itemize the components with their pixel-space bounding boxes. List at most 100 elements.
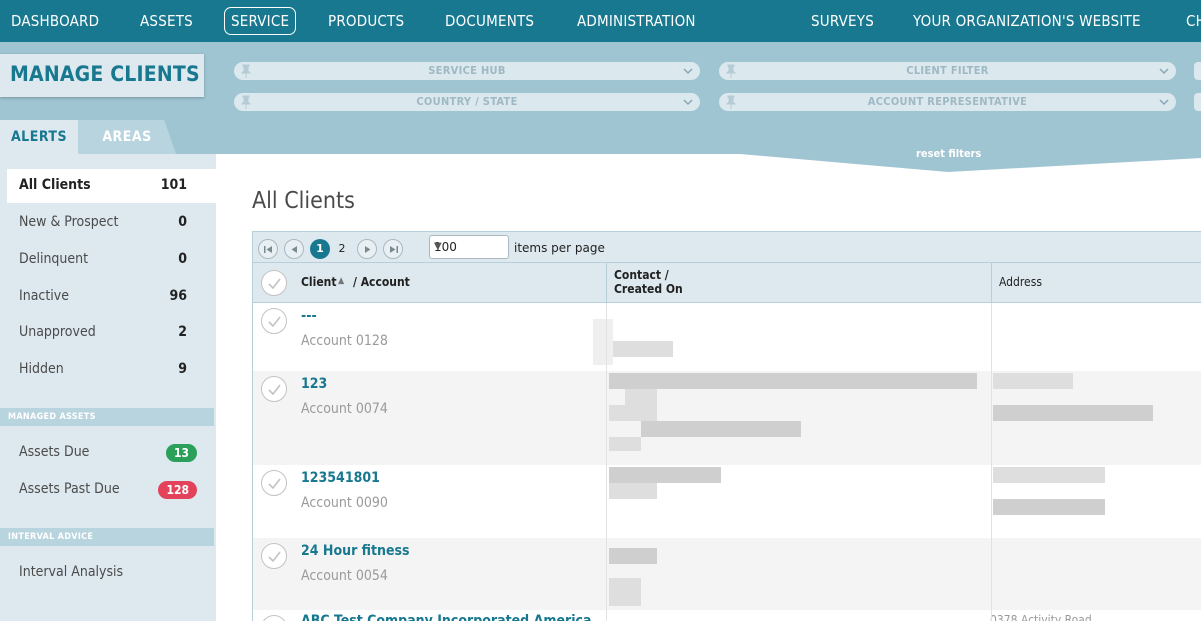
redacted-contact: [593, 319, 613, 365]
page-2-button[interactable]: 2: [332, 239, 352, 259]
country-state-filter[interactable]: COUNTRY / STATE: [234, 93, 700, 111]
previous-page-button[interactable]: [284, 239, 304, 259]
redacted-address: [993, 467, 1105, 483]
client-filter[interactable]: CLIENT FILTER: [719, 62, 1176, 80]
next-page-button[interactable]: [357, 239, 377, 259]
table-row[interactable]: 123541801 Account 0090: [253, 465, 1201, 538]
client-address: 0378 Activity Road: [990, 613, 1092, 621]
select-all-checkbox[interactable]: [261, 270, 287, 296]
client-account: Account 0054: [301, 568, 388, 584]
column-header-created-on[interactable]: Created On: [614, 282, 683, 296]
client-account: Account 0090: [301, 495, 388, 511]
sidebar-item-label: Inactive: [19, 288, 69, 304]
client-name-link[interactable]: 24 Hour fitness: [301, 543, 410, 559]
sidebar-item-unapproved[interactable]: Unapproved 2: [0, 316, 216, 350]
redacted-contact: [641, 421, 801, 437]
sidebar-item-label: Delinquent: [19, 251, 89, 267]
nav-documents[interactable]: DOCUMENTS: [445, 0, 534, 42]
sidebar-item-count: 0: [178, 251, 187, 267]
sidebar-item-all-clients[interactable]: All Clients 101: [7, 169, 216, 203]
client-account: Account 0074: [301, 401, 388, 417]
filter-overflow[interactable]: [1194, 93, 1201, 111]
client-name-link[interactable]: ABC Test Company Incorporated America: [301, 613, 592, 621]
row-checkbox[interactable]: [261, 470, 287, 496]
table-row[interactable]: 24 Hour fitness Account 0054: [253, 538, 1201, 610]
last-page-icon: [390, 246, 398, 253]
assets-due-badge: 13: [165, 444, 197, 462]
items-per-page-select[interactable]: 100 ▼: [429, 235, 509, 259]
column-divider: [991, 303, 992, 621]
grid-header: Client ▲ / Account Contact / Created On …: [253, 263, 1201, 303]
nav-dashboard[interactable]: DASHBOARD: [11, 0, 99, 42]
sidebar-item-label: All Clients: [19, 177, 91, 193]
service-hub-filter[interactable]: SERVICE HUB: [234, 62, 700, 80]
sidebar-item-label: Assets Past Due: [19, 481, 120, 497]
nav-assets[interactable]: ASSETS: [140, 0, 193, 42]
row-checkbox[interactable]: [261, 308, 287, 334]
service-hub-label: SERVICE HUB: [428, 64, 506, 77]
sidebar-item-delinquent[interactable]: Delinquent 0: [0, 243, 216, 277]
sidebar-item-label: New & Prospect: [19, 214, 119, 230]
previous-page-icon: [291, 246, 297, 253]
tab-alerts[interactable]: ALERTS: [0, 120, 78, 154]
items-per-page-label: items per page: [514, 241, 605, 255]
nav-service[interactable]: SERVICE: [224, 7, 297, 35]
sidebar: All Clients 101 New & Prospect 0 Delinqu…: [0, 154, 216, 621]
nav-surveys[interactable]: SURVEYS: [811, 0, 874, 42]
sidebar-item-label: Assets Due: [19, 444, 90, 460]
section-managed-assets: MANAGED ASSETS: [0, 408, 214, 426]
redacted-contact: [609, 467, 721, 483]
clients-grid: 1 2 100 ▼ items per page Client ▲ / Acco…: [252, 231, 1201, 621]
nav-organization-website[interactable]: YOUR ORGANIZATION'S WEBSITE: [913, 0, 1141, 42]
sidebar-item-assets-due[interactable]: Assets Due 13: [0, 436, 216, 470]
account-representative-filter[interactable]: ACCOUNT REPRESENTATIVE: [719, 93, 1176, 111]
reset-filters-link[interactable]: reset filters: [916, 147, 981, 160]
sidebar-item-inactive[interactable]: Inactive 96: [0, 280, 216, 314]
redacted-contact: [609, 373, 977, 389]
table-row[interactable]: --- Account 0128: [253, 303, 1201, 371]
sidebar-item-interval-analysis[interactable]: Interval Analysis: [0, 556, 216, 590]
column-header-contact[interactable]: Contact /: [614, 268, 669, 282]
sidebar-item-hidden[interactable]: Hidden 9: [0, 353, 216, 387]
nav-administration[interactable]: ADMINISTRATION: [577, 0, 696, 42]
redacted-contact: [609, 341, 673, 357]
checkmark-icon: [268, 478, 281, 489]
chevron-down-icon: [683, 68, 693, 75]
page-1-button[interactable]: 1: [310, 239, 330, 259]
table-row[interactable]: 123 Account 0074: [253, 371, 1201, 465]
row-checkbox[interactable]: [261, 376, 287, 402]
column-header-address[interactable]: Address: [999, 275, 1042, 289]
checkmark-icon: [268, 278, 281, 289]
first-page-button[interactable]: [258, 239, 278, 259]
table-row[interactable]: ABC Test Company Incorporated America 03…: [253, 610, 1201, 621]
redacted-contact: [625, 389, 657, 405]
row-checkbox[interactable]: [261, 543, 287, 569]
assets-past-due-badge: 128: [158, 481, 197, 499]
sidebar-item-label: Interval Analysis: [19, 564, 124, 580]
client-name-link[interactable]: 123: [301, 376, 327, 392]
nav-products[interactable]: PRODUCTS: [328, 0, 404, 42]
page-title: MANAGE CLIENTS: [10, 62, 200, 86]
sort-ascending-icon[interactable]: ▲: [338, 276, 344, 286]
client-name-link[interactable]: ---: [301, 308, 317, 324]
checkmark-icon: [268, 551, 281, 562]
tab-areas[interactable]: AREAS: [78, 120, 176, 154]
sidebar-item-assets-past-due[interactable]: Assets Past Due 128: [0, 473, 216, 507]
sidebar-item-count: 96: [169, 288, 187, 304]
nav-truncated-item[interactable]: CH: [1186, 0, 1201, 42]
client-name-link[interactable]: 123541801: [301, 470, 380, 486]
filter-overflow[interactable]: [1194, 62, 1201, 80]
sidebar-item-new-prospect[interactable]: New & Prospect 0: [0, 206, 216, 240]
account-representative-label: ACCOUNT REPRESENTATIVE: [867, 95, 1028, 108]
last-page-button[interactable]: [383, 239, 403, 259]
client-account: Account 0128: [301, 333, 388, 349]
row-checkbox[interactable]: [261, 615, 287, 621]
redacted-contact: [609, 405, 657, 421]
redacted-contact: [609, 548, 657, 564]
column-header-account[interactable]: / Account: [353, 275, 410, 289]
column-divider: [606, 303, 607, 621]
filter-band: MANAGE CLIENTS SERVICE HUB CLIENT FILTER…: [0, 42, 1201, 154]
column-header-client[interactable]: Client: [301, 275, 337, 289]
sidebar-item-count: 9: [178, 361, 187, 377]
sidebar-item-count: 101: [160, 177, 187, 193]
